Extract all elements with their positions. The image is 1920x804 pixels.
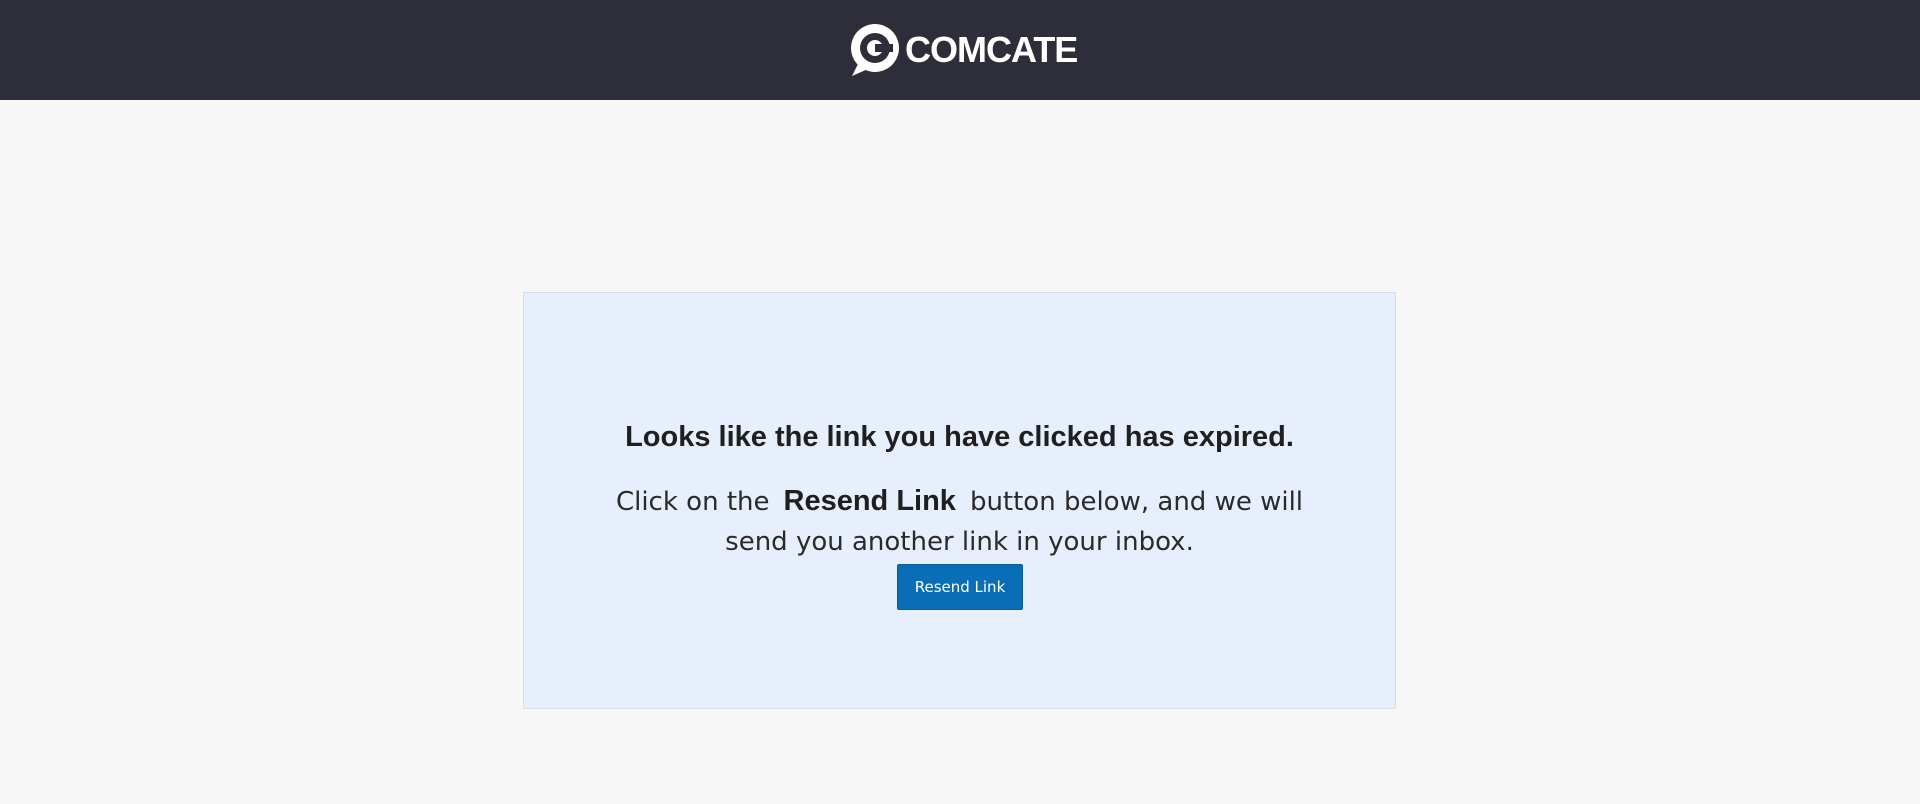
- comcate-speech-c-icon: [851, 24, 899, 76]
- brand-name: COMCATE: [905, 29, 1078, 70]
- brand-logo[interactable]: COMCATE: [848, 22, 1078, 78]
- instruction-suffix: button below, and we will: [969, 487, 1304, 517]
- expired-link-heading: Looks like the link you have clicked has…: [625, 421, 1294, 453]
- resend-instructions: Click on the Resend Link button below, and…: [524, 481, 1395, 562]
- instruction-emphasis: Resend Link: [783, 485, 956, 517]
- top-header-bar: COMCATE: [0, 0, 1920, 100]
- resend-link-button[interactable]: Resend Link: [897, 564, 1023, 610]
- expired-link-card: Looks like the link you have clicked has…: [523, 292, 1396, 709]
- instruction-line-2: send you another link in your inbox.: [725, 527, 1194, 557]
- instruction-prefix: Click on the: [615, 487, 770, 517]
